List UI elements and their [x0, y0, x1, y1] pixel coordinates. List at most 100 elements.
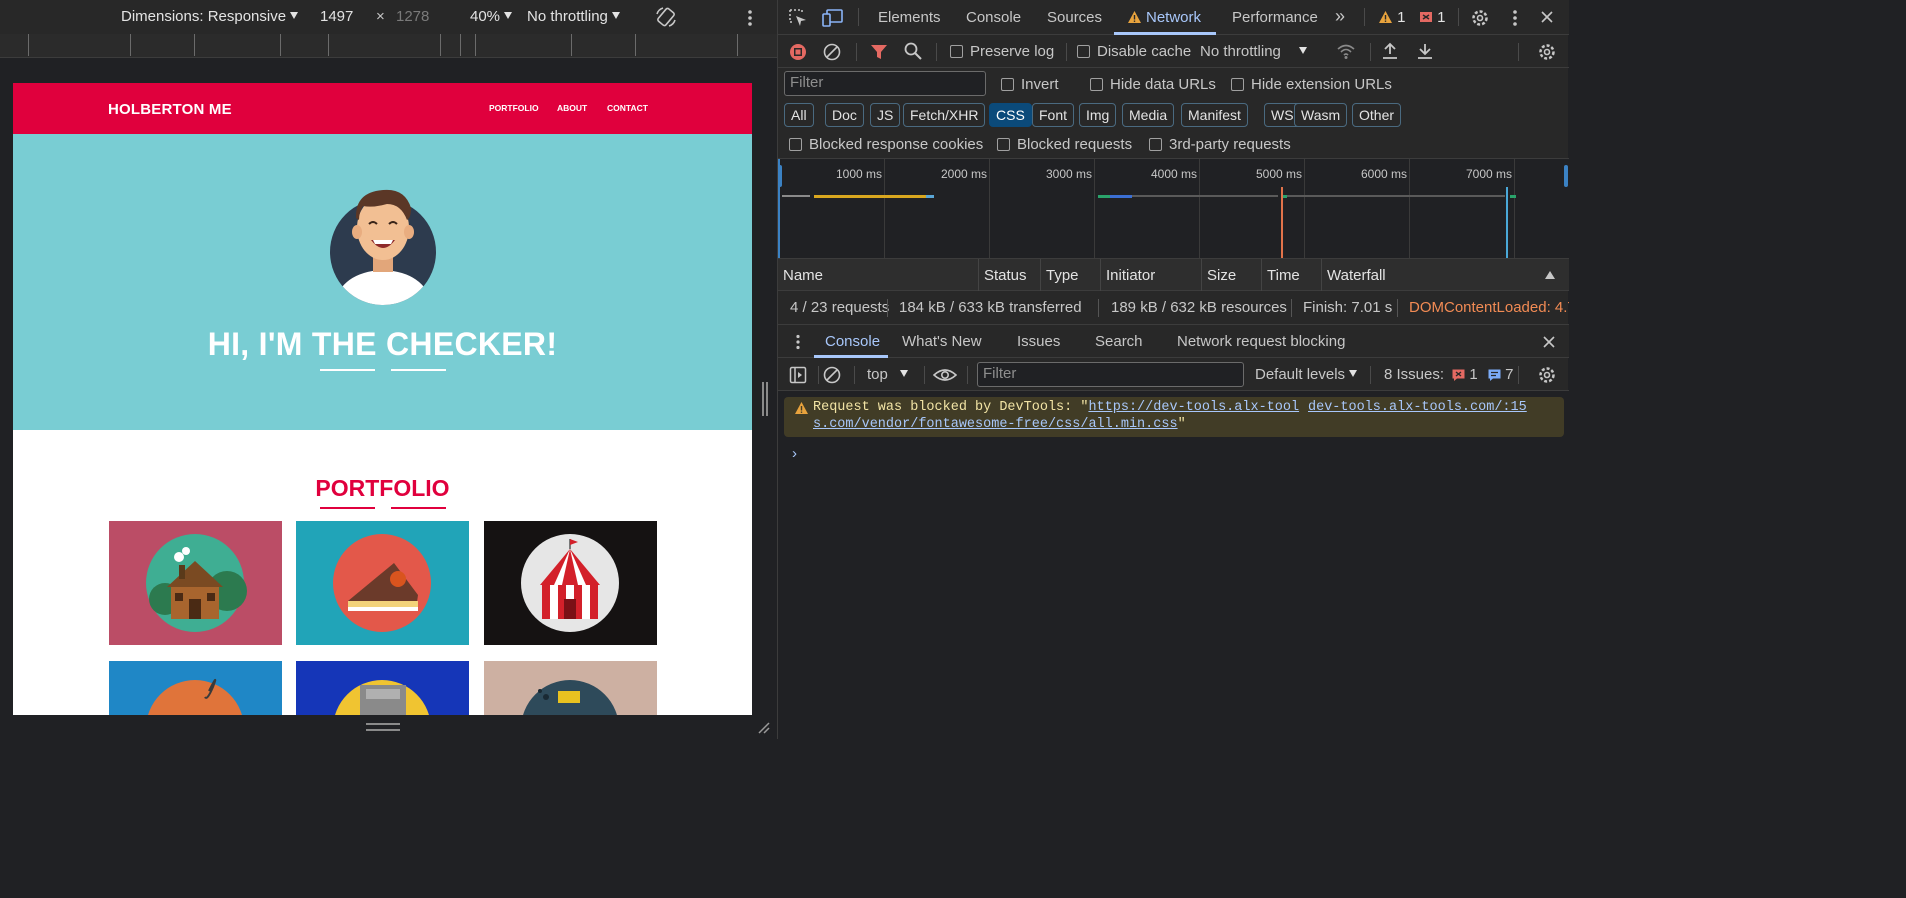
settings-gear-icon[interactable] — [1470, 8, 1490, 28]
tab-console[interactable]: Console — [966, 9, 1021, 26]
console-filter-input[interactable]: Filter — [977, 362, 1244, 387]
width-input[interactable]: 1497 — [320, 8, 353, 25]
warning-text-end: " — [1177, 417, 1186, 432]
toolbar-separator — [1518, 366, 1519, 384]
drawer-tab-search[interactable]: Search — [1095, 333, 1143, 350]
portfolio-item-cake[interactable] — [296, 521, 469, 645]
dimensions-select[interactable]: Dimensions: Responsive — [121, 8, 299, 25]
close-icon[interactable] — [1540, 10, 1554, 24]
type-filter-other[interactable]: Other — [1352, 103, 1402, 127]
disable-cache-checkbox[interactable]: Disable cache — [1077, 43, 1191, 60]
drawer-tab-console[interactable]: Console — [825, 333, 880, 350]
summary-separator — [1291, 299, 1292, 317]
height-input[interactable]: 1278 — [396, 8, 429, 25]
network-filter-row: Filter Invert Hide data URLs Hide extens… — [778, 68, 1569, 100]
errors-counter[interactable]: 1 — [1419, 9, 1446, 26]
portfolio-item-cabin[interactable] — [109, 521, 282, 645]
context-select[interactable]: top — [867, 366, 908, 383]
zoom-select[interactable]: 40% — [470, 8, 513, 25]
toolbar-separator — [967, 366, 968, 384]
warnings-counter[interactable]: 1 — [1378, 9, 1406, 26]
checkbox-box — [1077, 45, 1090, 58]
nav-contact[interactable]: CONTACT — [607, 103, 648, 113]
column-type[interactable]: Type — [1046, 267, 1079, 284]
preserve-log-checkbox[interactable]: Preserve log — [950, 43, 1054, 60]
more-vertical-icon[interactable] — [746, 9, 754, 27]
download-icon[interactable] — [1416, 42, 1434, 60]
type-filter-doc[interactable]: Doc — [825, 103, 864, 127]
summary-requests: 4 / 23 requests — [790, 299, 890, 316]
sidebar-toggle-icon[interactable] — [789, 366, 807, 384]
filter-funnel-icon[interactable] — [870, 43, 888, 61]
warning-source-link[interactable]: dev-tools.alx-tools.com/:15 — [1308, 399, 1527, 416]
issues-counter[interactable]: 8 Issues: 1 7 — [1384, 366, 1513, 383]
network-conditions-icon[interactable] — [1336, 42, 1356, 60]
device-toolbar: Dimensions: Responsive 1497 × 1278 40% N… — [0, 0, 777, 34]
more-tabs-icon[interactable]: » — [1335, 6, 1345, 27]
viewport-resize-handle[interactable] — [762, 382, 768, 416]
clear-icon[interactable] — [823, 43, 841, 61]
eye-icon[interactable] — [933, 367, 957, 383]
nav-portfolio[interactable]: PORTFOLIO — [489, 103, 539, 113]
portfolio-item-4[interactable] — [109, 661, 282, 715]
type-filter-img[interactable]: Img — [1079, 103, 1117, 127]
column-waterfall[interactable]: Waterfall — [1327, 267, 1386, 284]
portfolio-item-6[interactable] — [484, 661, 657, 715]
search-icon[interactable] — [904, 42, 922, 60]
drawer-menu-icon[interactable] — [795, 334, 801, 350]
type-filter-media[interactable]: Media — [1122, 103, 1175, 127]
tab-sources[interactable]: Sources — [1047, 9, 1102, 26]
column-size[interactable]: Size — [1207, 267, 1236, 284]
drawer-tab-issues[interactable]: Issues — [1017, 333, 1060, 350]
site-logo[interactable]: HOLBERTON ME — [108, 101, 232, 118]
timeline-right-handle[interactable] — [1564, 165, 1568, 187]
network-settings-gear-icon[interactable] — [1537, 42, 1557, 62]
warning-icon — [795, 402, 808, 414]
type-filter-all[interactable]: All — [784, 103, 814, 127]
network-filter-input[interactable]: Filter — [784, 71, 986, 96]
record-stop-icon[interactable] — [789, 43, 807, 61]
type-filter-css[interactable]: CSS — [989, 103, 1032, 127]
column-name[interactable]: Name — [783, 267, 823, 284]
invert-checkbox[interactable]: Invert — [1001, 76, 1059, 93]
blocked-requests-checkbox[interactable]: Blocked requests — [997, 136, 1132, 153]
tab-elements[interactable]: Elements — [878, 9, 941, 26]
tab-performance[interactable]: Performance — [1232, 9, 1318, 26]
network-throttling-select[interactable]: No throttling — [1200, 43, 1307, 60]
resize-corner-icon[interactable] — [756, 720, 770, 734]
sort-ascending-icon[interactable] — [1545, 271, 1555, 279]
portfolio-item-circus[interactable] — [484, 521, 657, 645]
type-filter-js[interactable]: JS — [870, 103, 901, 127]
warning-url-link[interactable]: https://dev-tools.alx-tool — [1088, 400, 1299, 415]
type-filter-font[interactable]: Font — [1032, 103, 1075, 127]
column-time[interactable]: Time — [1267, 267, 1300, 284]
nav-about[interactable]: ABOUT — [557, 103, 587, 113]
column-status[interactable]: Status — [984, 267, 1027, 284]
console-prompt[interactable]: › — [792, 445, 797, 462]
close-drawer-icon[interactable] — [1542, 335, 1556, 349]
column-initiator[interactable]: Initiator — [1106, 267, 1155, 284]
type-filter-wasm[interactable]: Wasm — [1294, 103, 1348, 127]
throttling-select[interactable]: No throttling — [527, 8, 620, 25]
portfolio-item-5[interactable] — [296, 661, 469, 715]
hide-extension-urls-checkbox[interactable]: Hide extension URLs — [1231, 76, 1392, 93]
rotate-icon[interactable] — [655, 6, 677, 28]
clear-console-icon[interactable] — [823, 366, 841, 384]
device-toggle-icon[interactable] — [822, 8, 844, 28]
log-levels-select[interactable]: Default levels — [1255, 366, 1358, 383]
drawer-tab-whats-new[interactable]: What's New — [902, 333, 982, 350]
type-filter-manifest[interactable]: Manifest — [1181, 103, 1248, 127]
drawer-tab-network-request-blocking[interactable]: Network request blocking — [1177, 333, 1345, 350]
viewport-height-handle[interactable] — [366, 723, 400, 731]
type-filter-fetch-xhr[interactable]: Fetch/XHR — [903, 103, 986, 127]
third-party-requests-checkbox[interactable]: 3rd-party requests — [1149, 136, 1291, 153]
console-settings-gear-icon[interactable] — [1537, 365, 1557, 385]
more-vertical-icon[interactable] — [1511, 9, 1519, 27]
hide-data-urls-checkbox[interactable]: Hide data URLs — [1090, 76, 1216, 93]
blocked-response-cookies-checkbox[interactable]: Blocked response cookies — [789, 136, 983, 153]
upload-icon[interactable] — [1381, 42, 1399, 60]
warning-url-link-continued[interactable]: s.com/vendor/fontawesome-free/css/all.mi… — [813, 417, 1178, 432]
network-overview-timeline[interactable]: 1000 ms 2000 ms 3000 ms 4000 ms 5000 ms … — [778, 158, 1569, 259]
tab-network[interactable]: Network — [1127, 9, 1201, 26]
inspect-element-icon[interactable] — [788, 8, 808, 28]
